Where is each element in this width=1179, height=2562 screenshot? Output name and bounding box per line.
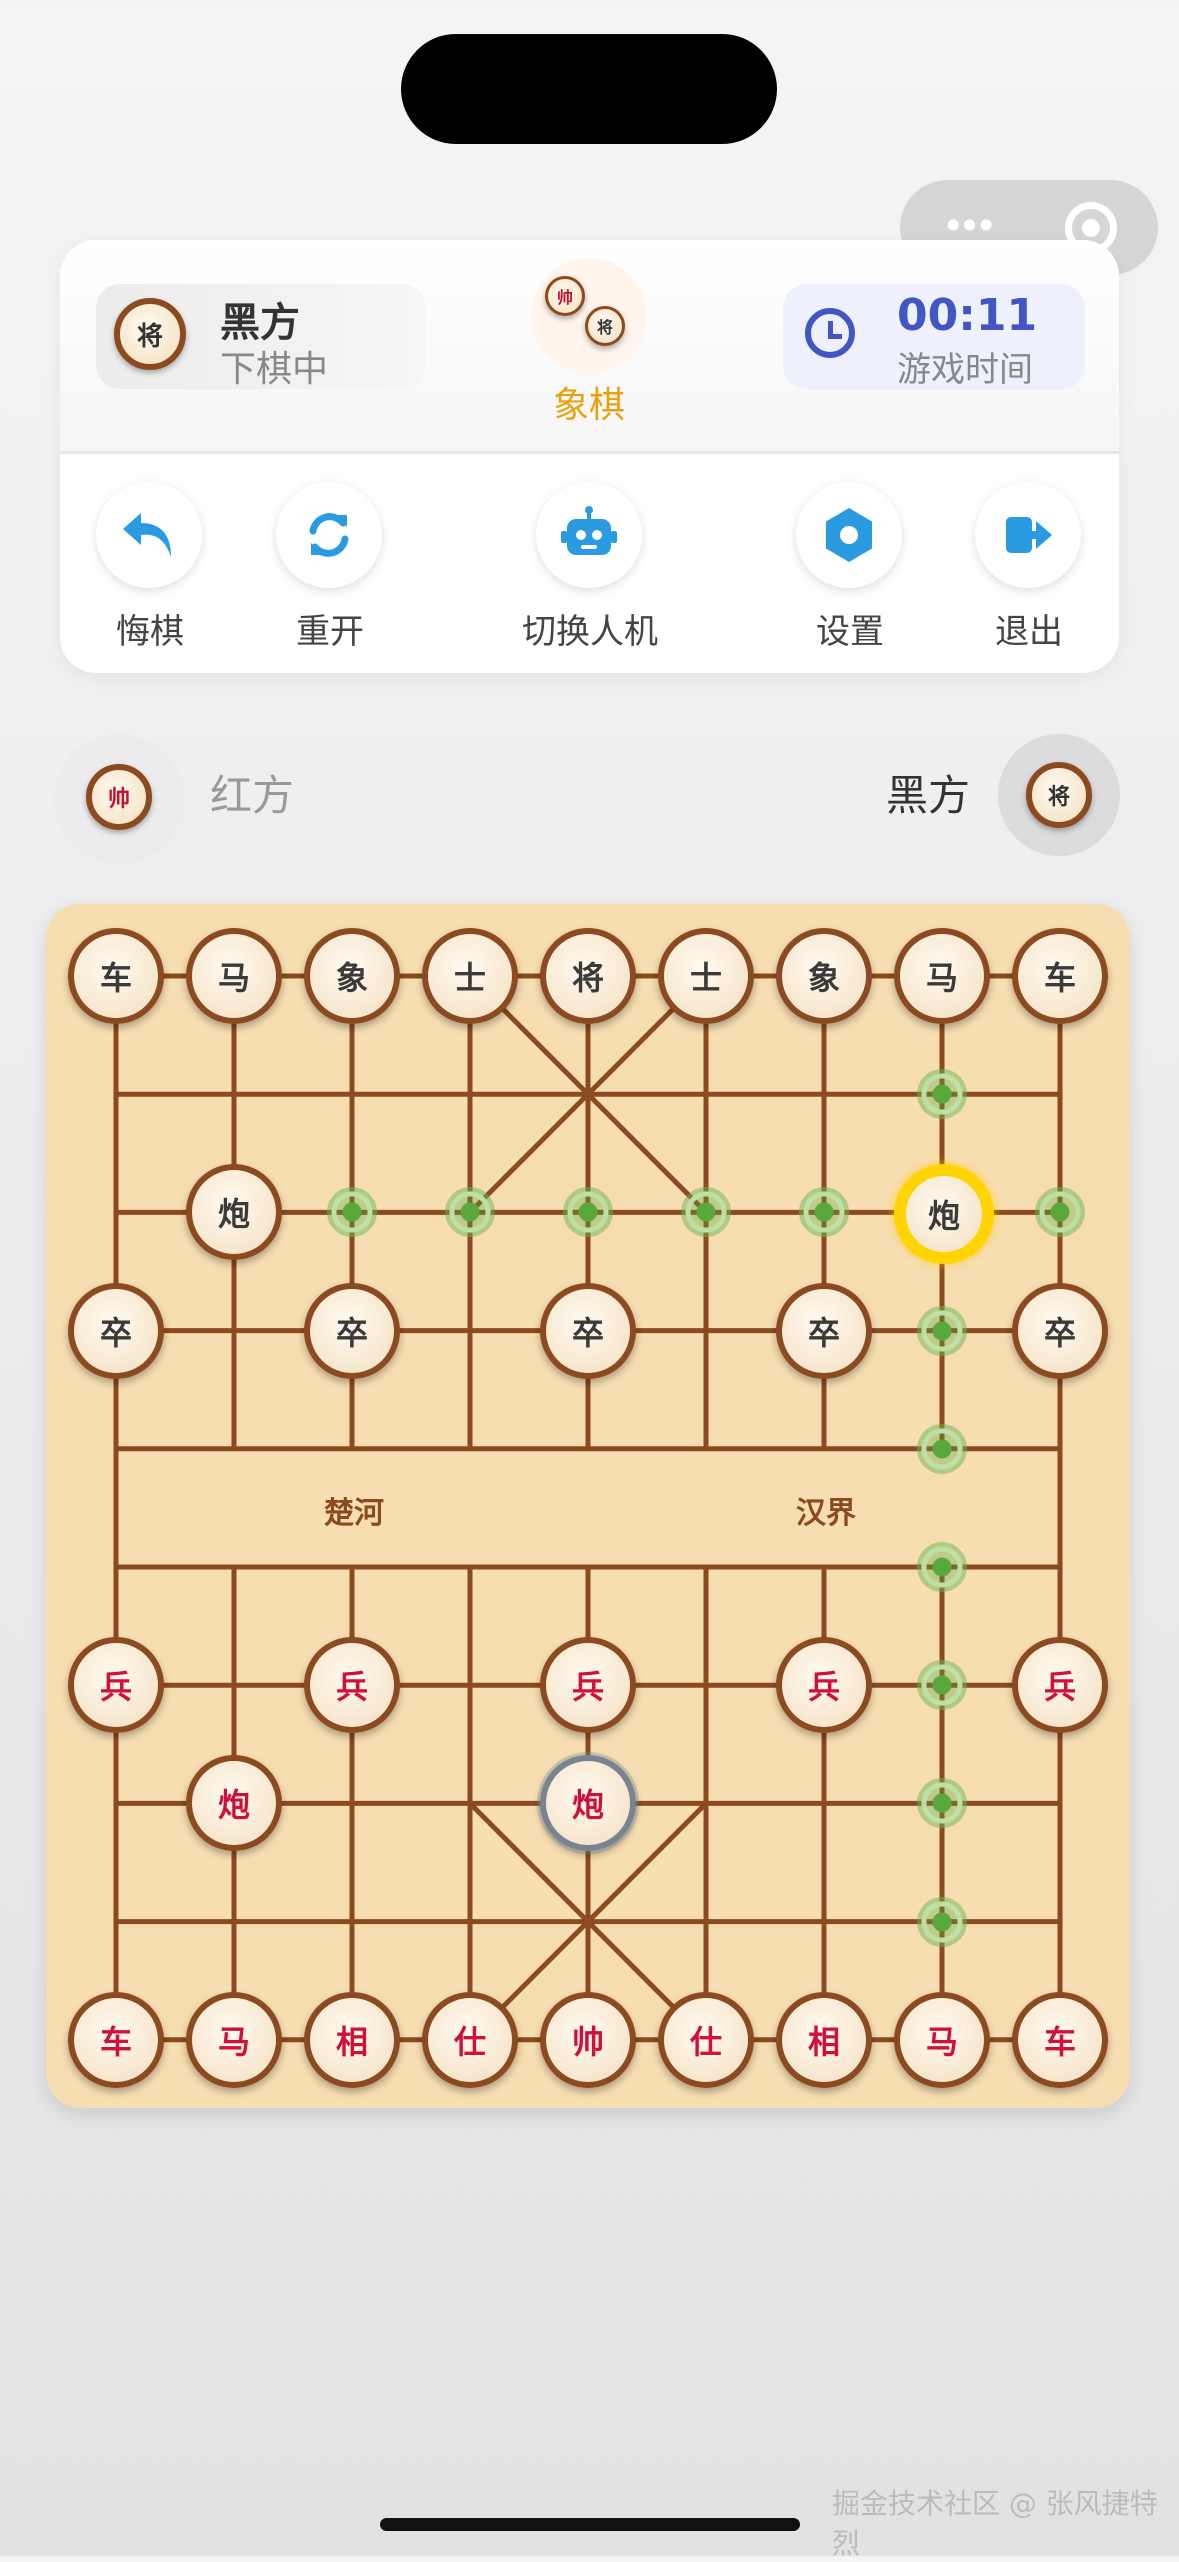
red-piece[interactable]: 兵 bbox=[776, 1637, 872, 1734]
exit-button[interactable]: 退出 bbox=[939, 482, 1119, 652]
undo-label: 悔棋 bbox=[116, 612, 184, 652]
black-piece[interactable]: 炮 bbox=[186, 1164, 282, 1261]
status-bar-panel: 将 黑方 下棋中 帅 将 象棋 00:11 游戏时间 bbox=[60, 240, 1119, 451]
header-divider bbox=[60, 451, 1119, 454]
app-name: 象棋 bbox=[552, 385, 625, 426]
black-player-name: 黑方 bbox=[886, 771, 971, 820]
board-grid bbox=[113, 973, 1063, 2043]
dynamic-island bbox=[401, 34, 777, 144]
red-piece[interactable]: 兵 bbox=[540, 1637, 636, 1734]
black-piece[interactable]: 车 bbox=[68, 928, 164, 1024]
move-hint-dot[interactable] bbox=[917, 1660, 967, 1711]
switch-ai-button[interactable]: 切换人机 bbox=[500, 482, 680, 652]
red-piece[interactable]: 炮 bbox=[186, 1755, 282, 1852]
red-player-piece-icon: 帅 bbox=[86, 764, 152, 830]
red-piece[interactable]: 仕 bbox=[658, 1991, 754, 2088]
move-hint-dot[interactable] bbox=[917, 1542, 967, 1592]
undo-icon[interactable] bbox=[96, 482, 202, 588]
red-piece[interactable]: 马 bbox=[894, 1991, 990, 2088]
switch-ai-label: 切换人机 bbox=[522, 612, 658, 652]
restart-icon[interactable] bbox=[276, 482, 382, 588]
red-piece[interactable]: 兵 bbox=[68, 1637, 164, 1734]
app-logo: 帅 将 bbox=[531, 258, 647, 374]
black-piece[interactable]: 卒 bbox=[304, 1282, 400, 1379]
black-piece[interactable]: 卒 bbox=[1012, 1282, 1108, 1379]
river-right-label: 汉界 bbox=[796, 1496, 856, 1531]
black-piece[interactable]: 车 bbox=[1012, 928, 1108, 1024]
red-piece[interactable]: 炮 bbox=[540, 1755, 636, 1852]
move-hint-dot[interactable] bbox=[917, 1896, 967, 1947]
gear-icon[interactable] bbox=[796, 482, 902, 588]
robot-icon[interactable] bbox=[536, 482, 642, 588]
black-piece[interactable]: 炮 bbox=[894, 1164, 994, 1265]
exit-label: 退出 bbox=[995, 612, 1063, 652]
black-player-avatar: 将 bbox=[998, 734, 1120, 856]
black-piece[interactable]: 马 bbox=[894, 928, 990, 1024]
move-hint-dot[interactable] bbox=[917, 1305, 967, 1356]
logo-black-piece-icon: 将 bbox=[585, 306, 625, 346]
timer-value: 00:11 bbox=[897, 290, 1038, 341]
settings-label: 设置 bbox=[816, 612, 884, 652]
clock-icon bbox=[805, 308, 855, 358]
logo-red-piece-icon: 帅 bbox=[545, 276, 585, 316]
restart-button[interactable]: 重开 bbox=[240, 482, 420, 652]
restart-label: 重开 bbox=[296, 612, 364, 652]
black-player-piece-icon: 将 bbox=[1026, 762, 1092, 828]
settings-button[interactable]: 设置 bbox=[760, 482, 940, 652]
black-piece[interactable]: 卒 bbox=[68, 1282, 164, 1379]
black-piece[interactable]: 士 bbox=[422, 928, 518, 1024]
red-piece[interactable]: 车 bbox=[68, 1991, 164, 2088]
black-piece[interactable]: 士 bbox=[658, 928, 754, 1024]
black-piece[interactable]: 象 bbox=[304, 928, 400, 1024]
black-piece[interactable]: 象 bbox=[776, 928, 872, 1024]
red-piece[interactable]: 相 bbox=[304, 1991, 400, 2088]
turn-status: 下棋中 bbox=[220, 349, 329, 390]
chess-board[interactable]: 楚河 汉界 车马象士将士象马车炮炮卒卒卒卒卒兵兵兵兵兵炮炮车马相仕帅仕相马车 bbox=[46, 904, 1130, 2108]
red-player-name: 红方 bbox=[210, 771, 295, 820]
red-piece[interactable]: 车 bbox=[1012, 1991, 1108, 2088]
undo-button[interactable]: 悔棋 bbox=[60, 482, 240, 652]
watermark: 掘金技术社区 @ 张风捷特烈 bbox=[832, 2487, 1158, 2560]
river-left-label: 楚河 bbox=[324, 1496, 384, 1531]
home-indicator[interactable] bbox=[380, 2518, 800, 2531]
red-piece[interactable]: 兵 bbox=[1012, 1637, 1108, 1734]
timer-label: 游戏时间 bbox=[897, 350, 1033, 390]
timer-box: 00:11 游戏时间 bbox=[783, 284, 1085, 390]
exit-icon[interactable] bbox=[975, 482, 1081, 588]
red-piece[interactable]: 相 bbox=[776, 1991, 872, 2088]
turn-indicator: 将 黑方 下棋中 bbox=[96, 284, 426, 390]
red-piece[interactable]: 兵 bbox=[304, 1637, 400, 1734]
red-player-avatar: 帅 bbox=[54, 734, 184, 864]
black-piece[interactable]: 马 bbox=[186, 928, 282, 1024]
red-piece[interactable]: 帅 bbox=[540, 1991, 636, 2088]
red-piece[interactable]: 马 bbox=[186, 1991, 282, 2088]
black-piece[interactable]: 将 bbox=[540, 928, 636, 1024]
black-piece[interactable]: 卒 bbox=[776, 1282, 872, 1379]
header-card: 将 黑方 下棋中 帅 将 象棋 00:11 游戏时间 悔棋 重开 切换人机 设置… bbox=[60, 240, 1119, 673]
black-piece[interactable]: 卒 bbox=[540, 1282, 636, 1379]
move-hint-dot[interactable] bbox=[917, 1069, 967, 1120]
red-piece[interactable]: 仕 bbox=[422, 1991, 518, 2088]
move-hint-dot[interactable] bbox=[917, 1423, 967, 1474]
turn-piece-icon: 将 bbox=[114, 298, 186, 370]
